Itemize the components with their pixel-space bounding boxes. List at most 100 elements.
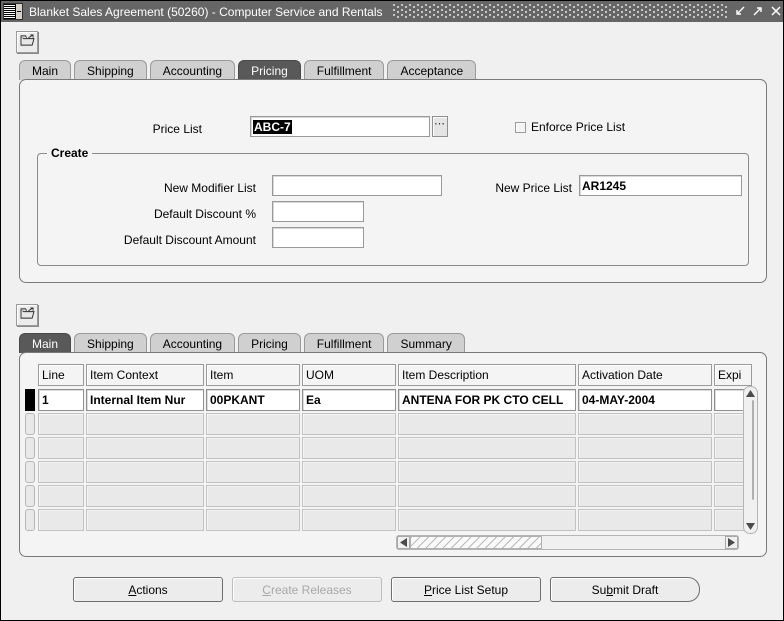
lines-tab-fulfillment[interactable]: Fulfillment [303, 333, 385, 353]
row-current-indicator[interactable] [25, 413, 35, 435]
lines-tab-accounting[interactable]: Accounting [149, 333, 236, 353]
price-list-lov-button[interactable]: ⋯ [432, 116, 448, 137]
column-header-uom[interactable]: UOM [302, 364, 396, 386]
cell-item-context[interactable] [86, 509, 204, 531]
minimize-icon[interactable] [731, 2, 749, 21]
row-current-indicator[interactable] [25, 389, 35, 411]
table-row[interactable] [25, 485, 754, 507]
cell-activation-date[interactable] [578, 437, 712, 459]
column-header-expi[interactable]: Expi [714, 364, 752, 386]
cell-activation-date[interactable]: 04-MAY-2004 [578, 389, 712, 411]
default-discount-amount-input[interactable] [272, 227, 364, 248]
scroll-up-arrow-icon[interactable] [744, 387, 757, 400]
cell-item-description[interactable]: ANTENA FOR PK CTO CELL [398, 389, 576, 411]
cell-item-description[interactable] [398, 485, 576, 507]
cell-line[interactable] [38, 509, 84, 531]
cell-item-context[interactable]: Internal Item Nur [86, 389, 204, 411]
cell-item[interactable] [206, 485, 300, 507]
new-price-list-input[interactable]: AR1245 [579, 175, 742, 196]
column-header-activation-date[interactable]: Activation Date [578, 364, 712, 386]
header-tab-pricing[interactable]: Pricing [238, 60, 301, 80]
scroll-down-arrow-icon[interactable] [744, 520, 757, 533]
header-tab-main[interactable]: Main [19, 60, 72, 80]
cell-uom[interactable] [302, 461, 396, 483]
scroll-right-arrow-icon[interactable] [725, 536, 738, 549]
grid-vertical-scrollbar[interactable] [743, 386, 758, 534]
new-modifier-list-label: New Modifier List [163, 181, 256, 195]
cell-uom[interactable] [302, 485, 396, 507]
cell-item-context[interactable] [86, 485, 204, 507]
table-row[interactable] [25, 437, 754, 459]
cell-item[interactable] [206, 437, 300, 459]
column-header-item-context[interactable]: Item Context [86, 364, 204, 386]
create-group-box: Create New Modifier List Default Discoun… [37, 146, 749, 266]
cell-item-description[interactable] [398, 461, 576, 483]
cell-activation-date[interactable] [578, 413, 712, 435]
cell-uom[interactable]: Ea [302, 389, 396, 411]
header-tab-accounting[interactable]: Accounting [149, 60, 236, 80]
column-header-item-description[interactable]: Item Description [398, 364, 576, 386]
button-price-list-setup[interactable]: Price List Setup [391, 577, 541, 602]
scroll-left-arrow-icon[interactable] [397, 536, 410, 549]
header-tab-shipping[interactable]: Shipping [74, 60, 147, 80]
cell-item-description[interactable] [398, 437, 576, 459]
price-list-label: Price List [152, 122, 202, 136]
cell-line[interactable] [38, 413, 84, 435]
cell-uom[interactable] [302, 509, 396, 531]
cell-activation-date[interactable] [578, 461, 712, 483]
row-current-indicator[interactable] [25, 437, 35, 459]
column-header-label: Item [210, 368, 234, 382]
cell-item-description[interactable] [398, 509, 576, 531]
default-discount-percent-label: Default Discount % [153, 207, 256, 221]
lines-tab-main[interactable]: Main [19, 333, 72, 353]
cell-item[interactable] [206, 509, 300, 531]
cell-item[interactable] [206, 413, 300, 435]
horizontal-scroll-track[interactable] [410, 536, 725, 549]
row-marker-spacer [25, 364, 35, 386]
cell-activation-date[interactable] [578, 509, 712, 531]
table-row[interactable] [25, 413, 754, 435]
enforce-price-list-checkbox[interactable]: Enforce Price List [515, 120, 625, 134]
cell-line[interactable] [38, 485, 84, 507]
vertical-scroll-thumb[interactable] [751, 400, 754, 500]
table-row[interactable] [25, 509, 754, 531]
lines-open-folder-button[interactable] [16, 304, 38, 326]
header-tab-acceptance[interactable]: Acceptance [387, 60, 477, 80]
lines-tab-pricing[interactable]: Pricing [238, 333, 301, 353]
table-row[interactable]: 1 Internal Item Nur 00PKANT Ea ANTENA FOR PK… [25, 389, 754, 411]
open-folder-icon [20, 34, 35, 50]
cell-item[interactable]: 00PKANT [206, 389, 300, 411]
cell-activation-date[interactable] [578, 485, 712, 507]
column-header-label: Expi [718, 368, 742, 382]
header-open-folder-button[interactable] [16, 31, 38, 53]
cell-uom[interactable] [302, 413, 396, 435]
cell-item[interactable] [206, 461, 300, 483]
maximize-icon[interactable] [749, 2, 767, 21]
cell-item-description[interactable] [398, 413, 576, 435]
cell-item-context[interactable] [86, 437, 204, 459]
button-actions[interactable]: Actions [73, 577, 223, 602]
application-window: Blanket Sales Agreement (50260) - Comput… [0, 0, 784, 621]
cell-item-context[interactable] [86, 413, 204, 435]
row-current-indicator[interactable] [25, 485, 35, 507]
cell-line[interactable]: 1 [38, 389, 84, 411]
cell-item-context[interactable] [86, 461, 204, 483]
header-tab-fulfillment[interactable]: Fulfillment [303, 60, 385, 80]
lines-tab-summary[interactable]: Summary [387, 333, 465, 353]
row-current-indicator[interactable] [25, 509, 35, 531]
default-discount-percent-input[interactable] [272, 201, 364, 222]
button-submit-draft[interactable]: Submit Draft [550, 577, 700, 602]
price-list-input[interactable]: ABC-7 [250, 116, 430, 137]
column-header-item[interactable]: Item [206, 364, 300, 386]
window-menu-icon[interactable] [3, 3, 23, 20]
column-header-line[interactable]: Line [38, 364, 84, 386]
cell-uom[interactable] [302, 437, 396, 459]
close-icon[interactable] [767, 2, 783, 21]
table-row[interactable] [25, 461, 754, 483]
cell-line[interactable] [38, 437, 84, 459]
horizontal-scroll-thumb[interactable] [410, 536, 542, 549]
grid-horizontal-scrollbar[interactable] [396, 535, 739, 550]
row-current-indicator[interactable] [25, 461, 35, 483]
lines-tab-shipping[interactable]: Shipping [74, 333, 147, 353]
cell-line[interactable] [38, 461, 84, 483]
